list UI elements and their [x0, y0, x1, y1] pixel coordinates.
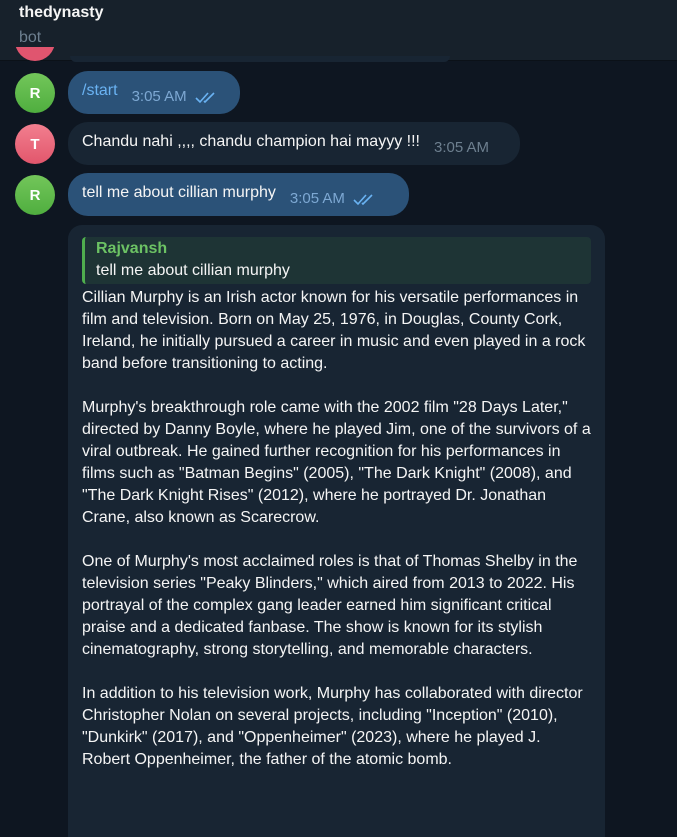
message-text: Chandu nahi ,,,, chandu champion hai may…: [82, 132, 420, 150]
message-bubble[interactable]: tell me about cillian murphy 3:05 AM: [68, 173, 409, 216]
chat-title: thedynasty: [19, 4, 104, 21]
avatar[interactable]: R: [15, 73, 55, 113]
bot-reply-bubble[interactable]: Rajvansh tell me about cillian murphy Ci…: [68, 225, 605, 837]
reply-author: Rajvansh: [96, 240, 168, 257]
message-time: 3:05 AM: [289, 190, 345, 207]
reply-paragraph: In addition to his television work, Murp…: [82, 685, 583, 768]
bot-reply-text: Cillian Murphy is an Irish actor known f…: [82, 287, 592, 793]
reply-paragraph: Murphy's breakthrough role came with the…: [82, 399, 591, 526]
message-text: tell me about cillian murphy: [82, 183, 276, 201]
message-bubble[interactable]: /start 3:05 AM: [68, 71, 240, 114]
reply-quote-text: tell me about cillian murphy: [96, 262, 290, 279]
double-check-icon: [195, 91, 215, 103]
reply-paragraph: Cillian Murphy is an Irish actor known f…: [82, 289, 586, 372]
reply-paragraph: One of Murphy's most acclaimed roles is …: [82, 553, 578, 658]
bot-command-link[interactable]: /start: [82, 82, 118, 100]
message-time: 3:05 AM: [131, 88, 187, 105]
chat-subtitle: bot: [19, 29, 42, 46]
message-bubble[interactable]: Chandu nahi ,,,, chandu champion hai may…: [68, 122, 520, 165]
avatar[interactable]: T: [15, 124, 55, 164]
message-list[interactable]: R /start 3:05 AM T Chandu nahi ,,,, chan…: [0, 61, 677, 837]
message-time: 3:05 AM: [433, 139, 490, 156]
reply-quote[interactable]: Rajvansh tell me about cillian murphy: [82, 237, 591, 284]
double-check-icon: [353, 193, 373, 205]
chat-header[interactable]: thedynasty bot: [0, 0, 677, 62]
previous-message-avatar: [15, 47, 55, 61]
avatar[interactable]: R: [15, 175, 55, 215]
